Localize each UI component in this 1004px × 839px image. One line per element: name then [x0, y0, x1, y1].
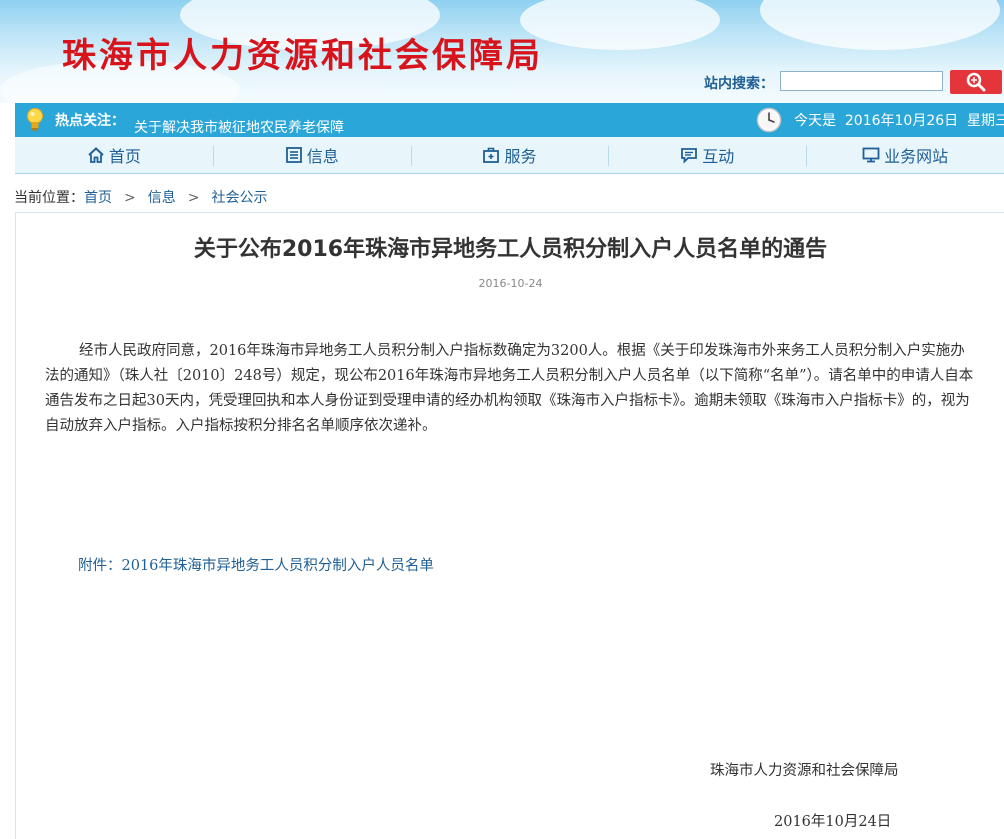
search-icon: [966, 72, 986, 92]
hot-topics-label: 热点关注：: [55, 113, 125, 129]
site-title[interactable]: 珠海市人力资源和社会保障局: [62, 28, 543, 77]
nav-item-service[interactable]: 服务: [410, 137, 609, 173]
chat-icon: [681, 148, 698, 164]
breadcrumb-separator: >: [124, 190, 136, 206]
search-label: 站内搜索：: [704, 76, 774, 92]
article-panel: 关于公布2016年珠海市异地务工人员积分制入户人员名单的通告 2016-10-2…: [15, 212, 1004, 839]
cloud-decoration: [520, 0, 720, 50]
breadcrumb-public-notice[interactable]: 社会公示: [211, 190, 267, 206]
main-nav: 首页 信息 服务 互动 业务网站: [15, 137, 1004, 174]
briefcase-icon: [483, 147, 500, 163]
home-icon: [88, 147, 104, 163]
nav-item-label: 互动: [702, 147, 735, 166]
search-button[interactable]: [950, 70, 1002, 94]
monitor-icon: [862, 147, 880, 163]
attachment-link[interactable]: 附件：2016年珠海市异地务工人员积分制入户人员名单: [78, 554, 434, 575]
clock-icon: [756, 107, 782, 133]
article-date: 2016-10-24: [478, 277, 543, 290]
nav-item-business[interactable]: 业务网站: [806, 137, 1004, 173]
breadcrumb-info[interactable]: 信息: [148, 190, 176, 206]
nav-item-info[interactable]: 信息: [212, 137, 411, 173]
header-banner: 珠海市人力资源和社会保障局 站内搜索：: [0, 0, 1004, 103]
nav-item-interact[interactable]: 互动: [608, 137, 806, 173]
article-title: 关于公布2016年珠海市异地务工人员积分制入户人员名单的通告: [193, 237, 828, 262]
nav-item-label: 服务: [504, 147, 537, 166]
breadcrumb-separator: >: [187, 190, 200, 206]
article-signature: 珠海市人力资源和社会保障局: [710, 763, 899, 779]
article-sign-date: 2016年10月24日: [774, 814, 892, 830]
breadcrumb-prefix: 当前位置：: [14, 190, 84, 206]
nav-item-label: 首页: [108, 147, 141, 166]
lightbulb-icon: [27, 108, 43, 131]
breadcrumb: 当前位置：首页 > 信息 > 社会公示: [14, 187, 267, 207]
nav-item-label: 信息: [306, 147, 339, 166]
nav-item-home[interactable]: 首页: [15, 137, 213, 173]
nav-item-label: 业务网站: [884, 147, 949, 166]
list-icon: [285, 147, 302, 163]
hot-topics-bar: 热点关注： 关于解决我市被征地农民养老保障 今天是 2016年10月26日 星期…: [15, 103, 1004, 137]
search-input[interactable]: [780, 71, 943, 91]
breadcrumb-home[interactable]: 首页: [84, 190, 112, 206]
article-body: 经市人民政府同意，2016年珠海市异地务工人员积分制入户指标数确定为3200人。…: [45, 343, 974, 434]
current-date: 今天是 2016年10月26日 星期三: [794, 113, 1004, 129]
cloud-decoration: [760, 0, 1000, 50]
hot-news-link[interactable]: 关于解决我市被征地农民养老保障: [134, 117, 344, 137]
